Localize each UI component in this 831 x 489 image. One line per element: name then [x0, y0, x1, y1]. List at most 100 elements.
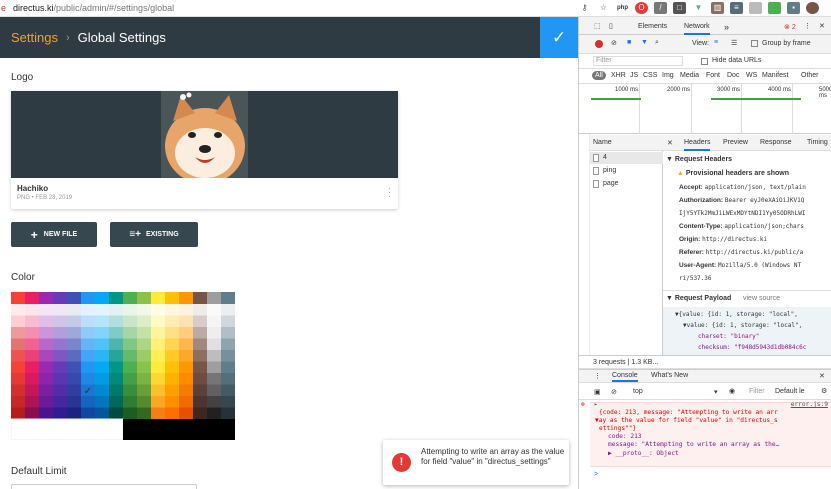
- color-swatch[interactable]: [193, 304, 208, 316]
- filter-input[interactable]: Filter: [593, 56, 683, 66]
- color-swatch[interactable]: [151, 327, 166, 339]
- color-swatch[interactable]: [193, 350, 208, 362]
- color-swatch[interactable]: [165, 361, 180, 374]
- more-vert-icon[interactable]: · · ·: [388, 184, 392, 201]
- color-swatch[interactable]: [81, 338, 96, 351]
- color-swatch[interactable]: [109, 396, 124, 408]
- logo-file-card[interactable]: Hachiko PNG • FEB 28, 2019 · · ·: [11, 91, 398, 209]
- color-swatch[interactable]: [11, 338, 26, 351]
- color-swatch[interactable]: [137, 338, 152, 351]
- color-swatch[interactable]: [25, 396, 40, 408]
- request-row[interactable]: 4: [590, 152, 663, 164]
- color-swatch[interactable]: [95, 373, 110, 385]
- color-swatch[interactable]: [81, 292, 96, 304]
- color-swatch[interactable]: [165, 396, 180, 408]
- color-swatch[interactable]: [207, 338, 222, 351]
- color-swatch[interactable]: [221, 407, 236, 420]
- color-swatch[interactable]: [123, 361, 138, 374]
- color-swatch[interactable]: [53, 361, 68, 374]
- type-filter-manifest[interactable]: Manifest: [762, 72, 788, 79]
- color-swatch[interactable]: [39, 361, 54, 374]
- color-swatch[interactable]: [53, 338, 68, 351]
- color-swatch[interactable]: [11, 373, 26, 385]
- color-swatch[interactable]: [95, 327, 110, 339]
- name-column-header[interactable]: Name: [593, 139, 612, 146]
- color-swatch[interactable]: [137, 350, 152, 362]
- document-icon[interactable]: □: [673, 2, 686, 14]
- color-swatch[interactable]: [137, 396, 152, 408]
- color-swatch[interactable]: [95, 350, 110, 362]
- network-timeline[interactable]: 1000 ms 2000 ms 3000 ms 4000 ms 5000 ms: [579, 84, 831, 134]
- tab-whats-new[interactable]: What's New: [651, 372, 688, 379]
- color-swatch[interactable]: [151, 361, 166, 374]
- color-swatch[interactable]: [207, 292, 222, 304]
- color-swatch[interactable]: [179, 396, 194, 408]
- color-swatch[interactable]: [95, 396, 110, 408]
- color-swatch[interactable]: [11, 350, 26, 362]
- existing-button[interactable]: ≡+ EXISTING: [110, 222, 198, 247]
- color-swatch[interactable]: [137, 407, 152, 420]
- color-swatch[interactable]: [151, 407, 166, 420]
- color-swatch[interactable]: [193, 315, 208, 328]
- color-swatch[interactable]: [67, 361, 82, 374]
- color-swatch[interactable]: [53, 327, 68, 339]
- color-swatch[interactable]: [109, 373, 124, 385]
- color-swatch[interactable]: [67, 327, 82, 339]
- color-swatch[interactable]: [109, 338, 124, 351]
- color-swatch[interactable]: [53, 384, 68, 397]
- color-swatch[interactable]: [151, 338, 166, 351]
- close-icon[interactable]: ✕: [819, 22, 825, 30]
- color-swatch[interactable]: [165, 384, 180, 397]
- type-filter-font[interactable]: Font: [706, 72, 720, 79]
- color-swatch[interactable]: [95, 338, 110, 351]
- color-swatch[interactable]: [67, 373, 82, 385]
- color-swatch[interactable]: [109, 384, 124, 397]
- type-filter-media[interactable]: Media: [680, 72, 699, 79]
- record-icon[interactable]: [595, 40, 603, 48]
- console-error-message[interactable]: error.js:9 ⊗ ▸ {code: 213, message: "Att…: [581, 401, 831, 467]
- square-icon[interactable]: [749, 2, 762, 14]
- request-row[interactable]: ping: [590, 165, 663, 177]
- error-line[interactable]: ▶ __proto__: Object: [608, 450, 679, 459]
- color-swatch[interactable]: [165, 350, 180, 362]
- color-swatch[interactable]: [151, 292, 166, 304]
- color-swatch[interactable]: [67, 292, 82, 304]
- type-filter-js[interactable]: JS: [630, 72, 638, 79]
- color-swatch[interactable]: [39, 338, 54, 351]
- overview-icon[interactable]: ☰: [731, 39, 737, 47]
- request-headers-title[interactable]: ▼ Request Headers: [666, 156, 732, 163]
- eye-icon[interactable]: ◉: [729, 387, 735, 395]
- color-swatch[interactable]: [11, 327, 26, 339]
- color-swatch[interactable]: [39, 373, 54, 385]
- star-icon[interactable]: ☆: [597, 2, 610, 14]
- color-swatch[interactable]: [123, 304, 138, 316]
- request-row[interactable]: page: [590, 178, 663, 190]
- color-swatch[interactable]: [81, 304, 96, 316]
- color-swatch[interactable]: [11, 315, 26, 328]
- sidebar-toggle-icon[interactable]: ▣: [594, 388, 601, 396]
- color-swatch[interactable]: [221, 396, 236, 408]
- color-swatch[interactable]: [109, 361, 124, 374]
- color-swatch[interactable]: [123, 384, 138, 397]
- color-swatch[interactable]: [67, 407, 82, 420]
- color-swatch[interactable]: [25, 384, 40, 397]
- color-swatch[interactable]: [207, 373, 222, 385]
- color-swatch[interactable]: [179, 292, 194, 304]
- color-swatch[interactable]: [109, 315, 124, 328]
- color-swatch[interactable]: [193, 292, 208, 304]
- color-swatch[interactable]: [53, 373, 68, 385]
- type-filter-ws[interactable]: WS: [746, 72, 757, 79]
- color-swatch[interactable]: [81, 407, 96, 420]
- color-swatch[interactable]: [123, 338, 138, 351]
- color-swatch[interactable]: [151, 384, 166, 397]
- eyedropper-icon[interactable]: /: [654, 2, 667, 14]
- color-swatch[interactable]: [25, 361, 40, 374]
- opera-icon[interactable]: O: [635, 2, 648, 14]
- color-swatch[interactable]: [179, 350, 194, 362]
- color-swatch[interactable]: [165, 315, 180, 328]
- color-swatch[interactable]: [11, 396, 26, 408]
- error-notification[interactable]: ! Attempting to write an array as the va…: [383, 440, 569, 485]
- color-swatch[interactable]: [165, 327, 180, 339]
- color-swatch[interactable]: [165, 373, 180, 385]
- color-swatch[interactable]: [95, 361, 110, 374]
